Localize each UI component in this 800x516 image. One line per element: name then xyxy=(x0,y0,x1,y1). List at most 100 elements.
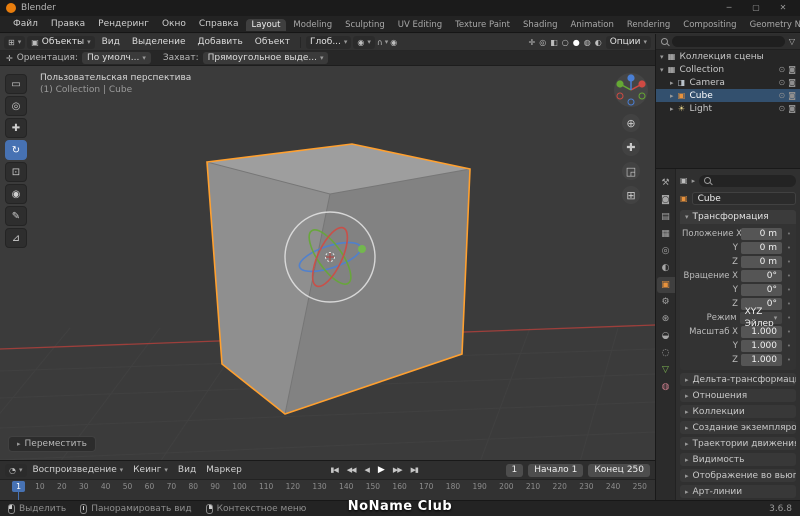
timeline-marker-menu[interactable]: Маркер xyxy=(202,465,246,475)
menu-select[interactable]: Выделение xyxy=(127,37,191,47)
filter-icon[interactable]: ▽ xyxy=(789,37,795,46)
properties-search-input[interactable] xyxy=(699,174,796,187)
transform-orientation-selector[interactable]: Глоб... ▾ xyxy=(306,35,352,49)
section-line-art[interactable]: ▸ Арт-линии xyxy=(680,485,796,498)
disable-in-renders-icon[interactable]: ◙ xyxy=(788,104,796,113)
gizmo-toggle-icon[interactable]: ✛ xyxy=(529,38,536,47)
chevron-down-icon[interactable]: ▾ xyxy=(660,66,664,74)
outliner-row-camera[interactable]: ▸ ◨ Camera ⊙ ◙ xyxy=(656,76,800,89)
menu-edit[interactable]: Правка xyxy=(45,16,91,33)
close-button[interactable]: ✕ xyxy=(772,0,794,16)
keying-menu[interactable]: Кеинг ▾ xyxy=(129,465,172,475)
timeline-editor-type-button[interactable]: ◔ ▾ xyxy=(5,463,27,477)
operator-panel[interactable]: ▸ Переместить xyxy=(8,436,96,452)
tab-object[interactable]: ▣ xyxy=(656,277,675,293)
menu-file[interactable]: Файл xyxy=(7,16,44,33)
options-button[interactable]: Опции ▾ xyxy=(605,35,651,49)
chevron-right-icon[interactable]: ▸ xyxy=(670,79,674,87)
section-relations[interactable]: ▸ Отношения xyxy=(680,389,796,402)
tab-render[interactable]: ◙ xyxy=(657,192,675,208)
jump-to-start-button[interactable]: ▮◀ xyxy=(328,466,341,474)
tool-select-box[interactable]: ▭ xyxy=(5,74,27,94)
scale-x-field[interactable]: 1.000 xyxy=(741,325,782,338)
tab-modifiers[interactable]: ⚙ xyxy=(657,294,675,310)
jump-to-end-button[interactable]: ▶▮ xyxy=(408,466,421,474)
workspace-tab-geometry-nodes[interactable]: Geometry Nodes xyxy=(744,19,800,31)
chevron-right-icon[interactable]: ▸ xyxy=(670,92,674,100)
animate-dot-icon[interactable]: • xyxy=(785,300,793,308)
snap-options-chevron-icon[interactable]: ▾ xyxy=(385,38,389,46)
hide-in-viewport-icon[interactable]: ⊙ xyxy=(779,104,786,113)
tool-annotate[interactable]: ✎ xyxy=(5,206,27,226)
timeline-ruler[interactable]: 1 1 10 20 30 40 50 60 70 80 90 100 110 120 130 140 150 1… xyxy=(0,480,655,500)
chevron-down-icon[interactable]: ▾ xyxy=(660,53,664,61)
editor-type-button[interactable]: ⊞ ▾ xyxy=(4,35,26,49)
animate-dot-icon[interactable]: • xyxy=(785,244,793,252)
chevron-right-icon[interactable]: ▸ xyxy=(670,105,674,113)
animate-dot-icon[interactable]: • xyxy=(785,258,793,266)
section-motion-paths[interactable]: ▸ Траектории движения xyxy=(680,437,796,450)
xray-toggle-icon[interactable]: ◧ xyxy=(550,38,558,47)
tab-output[interactable]: ▤ xyxy=(657,209,675,225)
hide-in-viewport-icon[interactable]: ⊙ xyxy=(779,91,786,100)
scale-z-field[interactable]: 1.000 xyxy=(741,353,782,366)
rotation-x-field[interactable]: 0° xyxy=(741,269,782,282)
play-reverse-button[interactable]: ◀ xyxy=(362,466,372,474)
camera-view-icon[interactable]: ◲ xyxy=(622,162,640,180)
tab-tool[interactable]: ⚒ xyxy=(657,175,675,191)
snap-magnet-icon[interactable]: ∩ xyxy=(377,38,383,47)
orientation-dropdown[interactable]: По умолч... ▾ xyxy=(81,52,151,64)
workspace-tab-compositing[interactable]: Compositing xyxy=(677,19,742,31)
outliner-search-input[interactable] xyxy=(672,36,785,47)
outliner-row-light[interactable]: ▸ ☀ Light ⊙ ◙ xyxy=(656,102,800,115)
rotation-mode-dropdown[interactable]: XYZ Эйлер ▾ xyxy=(739,307,783,329)
object-name-field[interactable]: Cube xyxy=(691,192,796,205)
menu-render[interactable]: Рендеринг xyxy=(92,16,155,33)
pivot-point-selector[interactable]: ◉ ▾ xyxy=(353,35,375,49)
tab-particles[interactable]: ⊛ xyxy=(657,311,675,327)
location-x-field[interactable]: 0 m xyxy=(741,227,782,240)
pan-icon[interactable]: ✚ xyxy=(622,138,640,156)
workspace-tab-layout[interactable]: Layout xyxy=(245,19,287,31)
frame-end-field[interactable]: Конец 250 xyxy=(588,463,650,477)
tab-world[interactable]: ◐ xyxy=(657,260,675,276)
tool-transform[interactable]: ◉ xyxy=(5,184,27,204)
3d-viewport[interactable]: Пользовательская перспектива (1) Collect… xyxy=(0,66,655,460)
tab-material[interactable]: ◍ xyxy=(657,379,675,395)
shading-wireframe-icon[interactable]: ○ xyxy=(562,38,569,47)
section-viewport-display[interactable]: ▸ Отображение во вьюпорте xyxy=(680,469,796,482)
viewport-scene[interactable] xyxy=(0,66,655,460)
maximize-button[interactable]: ▢ xyxy=(745,0,767,16)
animate-dot-icon[interactable]: • xyxy=(785,342,793,350)
gizmo-handle-dot[interactable] xyxy=(358,245,366,253)
previous-keyframe-button[interactable]: ◀◀ xyxy=(344,466,359,474)
animate-dot-icon[interactable]: • xyxy=(785,230,793,238)
transform-panel-header[interactable]: ▾ Трансформация xyxy=(680,210,796,224)
timeline-view-menu[interactable]: Вид xyxy=(174,465,200,475)
minimize-button[interactable]: ─ xyxy=(718,0,740,16)
section-visibility[interactable]: ▸ Видимость xyxy=(680,453,796,466)
animate-dot-icon[interactable]: • xyxy=(785,286,793,294)
menu-view[interactable]: Вид xyxy=(97,37,125,47)
outliner-row-cube[interactable]: ▸ ▣ Cube ⊙ ◙ xyxy=(656,89,800,102)
location-y-field[interactable]: 0 m xyxy=(741,241,782,254)
mode-selector[interactable]: ▣ Объекты ▾ xyxy=(27,35,95,49)
workspace-tab-uv-editing[interactable]: UV Editing xyxy=(392,19,448,31)
disable-in-renders-icon[interactable]: ◙ xyxy=(788,91,796,100)
animate-dot-icon[interactable]: • xyxy=(785,328,793,336)
play-button[interactable]: ▶ xyxy=(375,465,387,475)
navigation-gizmo[interactable] xyxy=(613,72,649,108)
hide-in-viewport-icon[interactable]: ⊙ xyxy=(779,78,786,87)
outliner-row-scene-collection[interactable]: ▾ ▦ Коллекция сцены xyxy=(656,50,800,63)
workspace-tab-modeling[interactable]: Modeling xyxy=(287,19,338,31)
proportional-editing-icon[interactable]: ◉ xyxy=(390,38,397,47)
disable-in-renders-icon[interactable]: ◙ xyxy=(788,65,796,74)
section-delta-transform[interactable]: ▸ Дельта-трансформация xyxy=(680,373,796,386)
tab-scene[interactable]: ◎ xyxy=(657,243,675,259)
overlays-toggle-icon[interactable]: ◎ xyxy=(539,38,546,47)
menu-object[interactable]: Объект xyxy=(250,37,295,47)
tab-constraints[interactable]: ◌ xyxy=(657,345,675,361)
tool-measure[interactable]: ⊿ xyxy=(5,228,27,248)
location-z-field[interactable]: 0 m xyxy=(741,255,782,268)
menu-window[interactable]: Окно xyxy=(156,16,192,33)
